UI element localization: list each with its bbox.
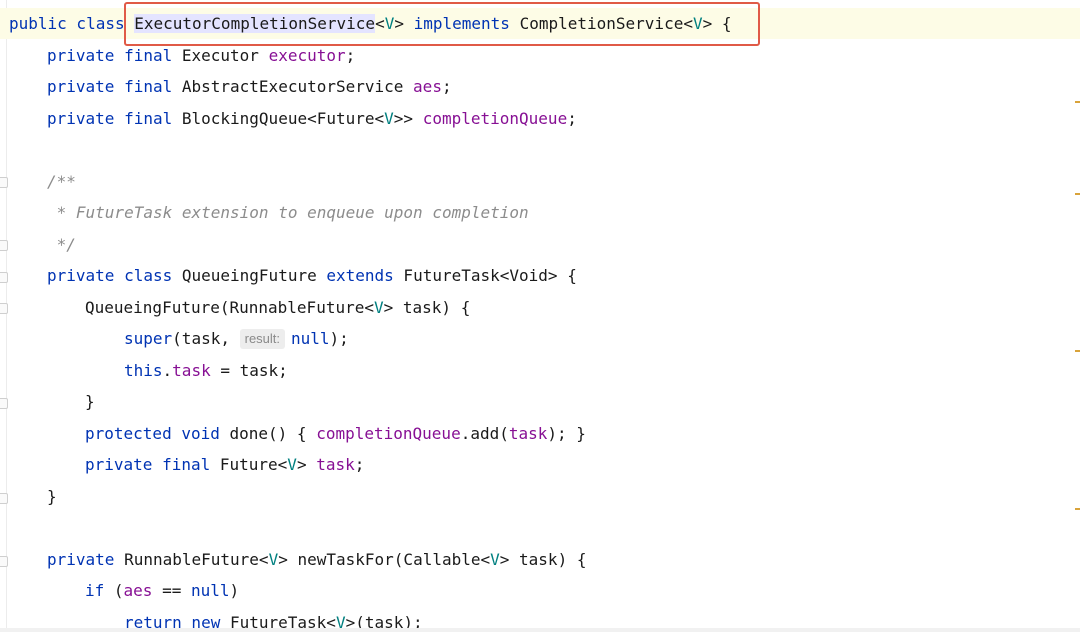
punctuation: ; (567, 109, 577, 128)
operator: == (152, 581, 191, 600)
type-name: >> (393, 109, 423, 128)
keyword-modifier: protected void (85, 424, 230, 443)
keyword-modifier: private (47, 550, 125, 569)
keyword-modifier: private final (47, 109, 182, 128)
code-line-7[interactable]: * FutureTask extension to enqueue upon c… (0, 197, 1080, 228)
code-line-15[interactable]: private final Future<V> task; (0, 449, 1080, 480)
code-line-3[interactable]: private final AbstractExecutorService ae… (0, 71, 1080, 102)
code-line-8[interactable]: */ (0, 229, 1080, 260)
type-name: FutureTask<Void> { (393, 266, 577, 285)
parameter-hint: result: (239, 329, 286, 349)
type-name: Future< (219, 455, 288, 474)
keyword-modifier: private class (47, 266, 182, 285)
code-line-16[interactable]: } (0, 481, 1080, 512)
punctuation: ( (104, 581, 124, 600)
keyword-public-class: public class (9, 14, 135, 33)
method-name: done() { (229, 424, 317, 443)
code-line-10[interactable]: QueueingFuture(RunnableFuture<V> task) { (0, 292, 1080, 323)
code-line-6[interactable]: /** (0, 166, 1080, 197)
method-call: .add( (460, 424, 509, 443)
type-parameter: V (373, 298, 384, 317)
keyword-extends: extends (326, 266, 394, 285)
class-name: QueueingFuture (181, 266, 327, 285)
code-line-19[interactable]: if (aes == null) (0, 575, 1080, 606)
assignment: = task; (210, 361, 288, 380)
code-editor[interactable]: public class ExecutorCompletionService<V… (0, 0, 1080, 632)
field-name: executor (268, 46, 346, 65)
constructor-name: QueueingFuture(RunnableFuture< (85, 298, 374, 317)
code-line-11[interactable]: super(task, result: null); (0, 323, 1080, 354)
punctuation: ; (354, 455, 365, 474)
keyword-modifier: private final (47, 77, 182, 96)
type-parameter: V (490, 550, 500, 569)
punctuation: ) (229, 581, 240, 600)
type-name: BlockingQueue<Future< (181, 109, 385, 128)
code-line-12[interactable]: this.task = task; (0, 355, 1080, 386)
keyword-if: if (85, 581, 105, 600)
field-name: aes (123, 581, 153, 600)
keyword-modifier: private final (47, 46, 182, 65)
type-name: Executor (181, 46, 269, 65)
field-name: task (508, 424, 548, 443)
keyword-this: this (124, 361, 163, 380)
punctuation: . (162, 361, 173, 380)
punctuation: ); (329, 329, 349, 348)
code-line-4[interactable]: private final BlockingQueue<Future<V>> c… (0, 103, 1080, 134)
field-name: task (172, 361, 211, 380)
punctuation: ); } (547, 424, 586, 443)
punctuation: ; (441, 77, 452, 96)
keyword-null: null (291, 329, 330, 348)
keyword-super: super (124, 329, 173, 348)
annotation-highlight-box (124, 2, 760, 46)
code-line-20[interactable]: return new FutureTask<V>(task); (0, 607, 1080, 638)
horizontal-scrollbar[interactable] (0, 628, 1080, 632)
field-name: completionQueue (316, 424, 461, 443)
type-parameter: V (268, 550, 279, 569)
field-name: task (316, 455, 355, 474)
punctuation: > task) { (383, 298, 471, 317)
arguments: (task, (172, 329, 240, 348)
keyword-modifier: private final (85, 455, 220, 474)
field-name: completionQueue (422, 109, 568, 128)
punctuation: > (296, 455, 317, 474)
code-line-14[interactable]: protected void done() { completionQueue.… (0, 418, 1080, 449)
type-name: AbstractExecutorService (181, 77, 414, 96)
punctuation: ; (345, 46, 356, 65)
punctuation: > task) { (499, 550, 587, 569)
type-name: RunnableFuture< (124, 550, 269, 569)
field-name: aes (413, 77, 442, 96)
type-parameter: V (287, 455, 297, 474)
code-line-9[interactable]: private class QueueingFuture extends Fut… (0, 260, 1080, 291)
code-line-13[interactable]: } (0, 386, 1080, 417)
code-line-18[interactable]: private RunnableFuture<V> newTaskFor(Cal… (0, 544, 1080, 575)
keyword-null: null (190, 581, 230, 600)
type-parameter: V (384, 109, 394, 128)
method-signature: > newTaskFor(Callable< (278, 550, 491, 569)
